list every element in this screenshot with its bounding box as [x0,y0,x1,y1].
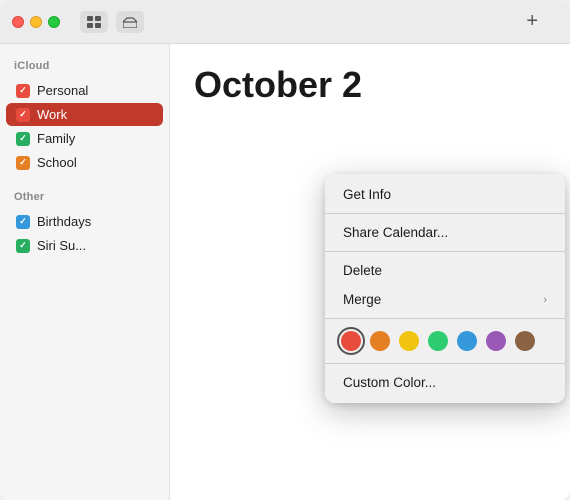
sidebar-item-birthdays[interactable]: Birthdays [6,210,163,233]
siri-checkbox[interactable] [16,239,30,253]
grid-view-button[interactable] [80,11,108,33]
color-dot-brown[interactable] [515,331,535,351]
separator-3 [325,318,565,319]
family-label: Family [37,131,75,146]
month-title: October 2 [170,44,570,126]
other-section-label: Other [0,187,169,209]
sidebar-item-personal[interactable]: Personal [6,79,163,102]
add-calendar-button[interactable]: + [526,10,538,33]
delete-label: Delete [343,263,382,278]
merge-chevron-icon: › [543,294,547,306]
calendar-area: October 2 Get Info Share Calendar... Del… [170,44,570,500]
separator-2 [325,251,565,252]
titlebar-controls [80,11,144,33]
custom-color-label: Custom Color... [343,375,436,390]
share-calendar-label: Share Calendar... [343,225,448,240]
icloud-section-label: iCloud [0,56,169,78]
school-label: School [37,155,77,170]
sidebar-item-work[interactable]: Work [6,103,163,126]
sidebar-item-school[interactable]: School [6,151,163,174]
personal-label: Personal [37,83,88,98]
delete-menu-item[interactable]: Delete [325,256,565,285]
sidebar-item-family[interactable]: Family [6,127,163,150]
school-checkbox[interactable] [16,156,30,170]
titlebar: + [0,0,570,44]
minimize-button[interactable] [30,16,42,28]
traffic-lights [12,16,60,28]
color-picker-row [325,323,565,359]
context-menu: Get Info Share Calendar... Delete Merge … [325,174,565,403]
work-checkbox[interactable] [16,108,30,122]
birthdays-checkbox[interactable] [16,215,30,229]
color-dot-green[interactable] [428,331,448,351]
separator-4 [325,363,565,364]
personal-checkbox[interactable] [16,84,30,98]
merge-menu-item[interactable]: Merge › [325,285,565,314]
sidebar-item-siri-suggestions[interactable]: Siri Su... [6,234,163,257]
get-info-menu-item[interactable]: Get Info [325,180,565,209]
work-label: Work [37,107,67,122]
color-dot-red[interactable] [341,331,361,351]
custom-color-menu-item[interactable]: Custom Color... [325,368,565,397]
family-checkbox[interactable] [16,132,30,146]
main-content: iCloud Personal Work Family School Other [0,44,570,500]
app-window: + iCloud Personal Work Family School [0,0,570,500]
maximize-button[interactable] [48,16,60,28]
close-button[interactable] [12,16,24,28]
share-calendar-menu-item[interactable]: Share Calendar... [325,218,565,247]
birthdays-label: Birthdays [37,214,91,229]
sidebar: iCloud Personal Work Family School Other [0,44,170,500]
merge-label: Merge [343,292,381,307]
inbox-button[interactable] [116,11,144,33]
siri-label: Siri Su... [37,238,86,253]
color-dot-orange[interactable] [370,331,390,351]
get-info-label: Get Info [343,187,391,202]
color-dot-yellow[interactable] [399,331,419,351]
color-dot-purple[interactable] [486,331,506,351]
separator-1 [325,213,565,214]
color-dot-blue[interactable] [457,331,477,351]
